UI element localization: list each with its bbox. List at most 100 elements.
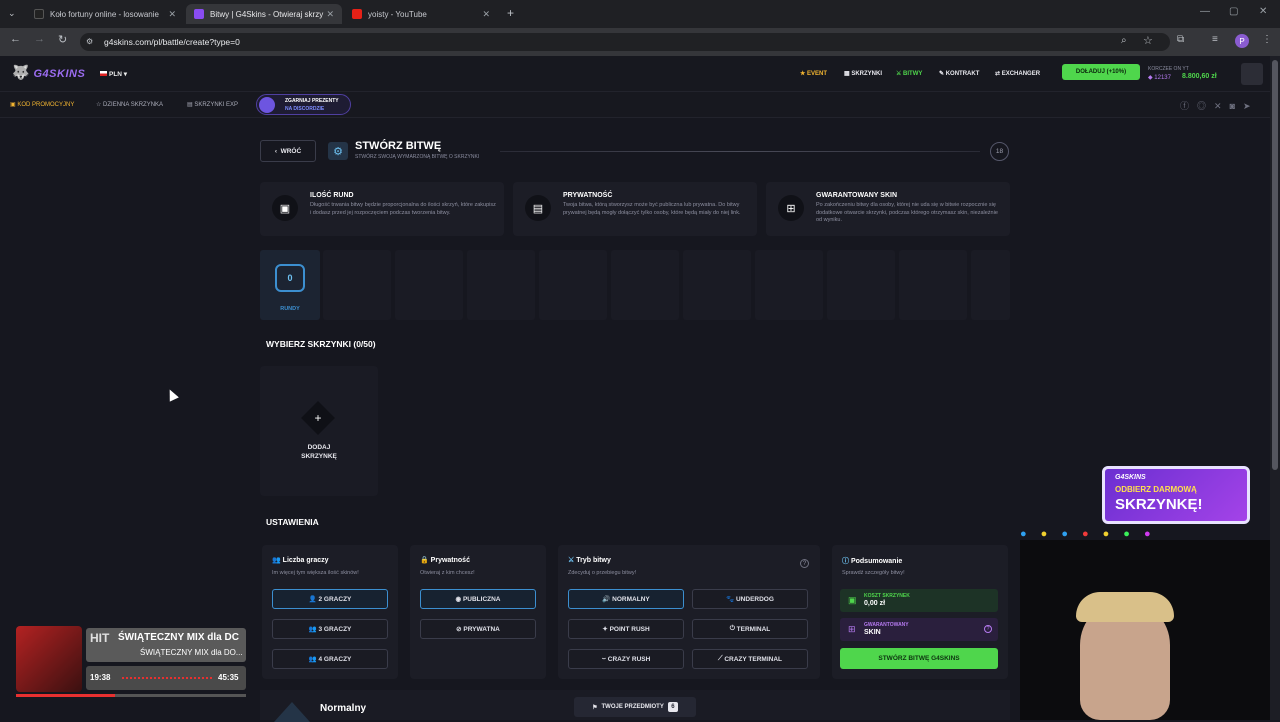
mode-terminal-button[interactable]: ⏻ TERMINAL [692, 619, 808, 639]
extensions-icon[interactable]: ⧉ [1177, 34, 1184, 45]
points-display: ◆ 12137 [1148, 75, 1171, 81]
player-bar: 19:38 45:35 [86, 666, 246, 690]
mode-crazyrush-button[interactable]: ⌣ CRAZY RUSH [568, 649, 684, 669]
players-2-button[interactable]: 👤 2 GRACZY [272, 589, 388, 609]
address-input[interactable]: g4skins.com/pl/battle/create?type=0 [80, 33, 1170, 51]
mode-title: ⚔ Tryb bitwy [568, 557, 611, 564]
round-slot [827, 250, 895, 320]
browser-tab-3[interactable]: yoisty - YouTube ✕ [344, 4, 498, 24]
scrollbar-thumb[interactable] [1272, 60, 1278, 470]
tab-search-icon[interactable]: ⌄ [8, 8, 16, 19]
currency-selector[interactable]: PLN ▾ [100, 70, 127, 78]
media-icon[interactable]: ≡ [1212, 34, 1218, 45]
track-title-box: HIT ŚWIĄTECZNY MIX dla DC ŚWIĄTECZNY MIX… [86, 628, 246, 662]
address-bar-row: ← → ↻ g4skins.com/pl/battle/create?type=… [0, 28, 1280, 56]
instagram-icon[interactable]: ◎ [1197, 101, 1214, 111]
add-case-card[interactable]: + DODAJ SKRZYNKĘ [260, 366, 378, 496]
minimize-icon[interactable]: — [1200, 6, 1210, 17]
browser-menu-icon[interactable]: ⋮ [1262, 34, 1272, 45]
close-tab-icon[interactable]: ✕ [482, 9, 490, 20]
social-icons: ⓕ◎✕◙➤ [1180, 99, 1259, 112]
close-window-icon[interactable]: ✕ [1259, 6, 1267, 17]
progress-fill [16, 694, 115, 697]
facebook-icon[interactable]: ⓕ [1180, 101, 1197, 111]
telegram-icon[interactable]: ➤ [1243, 101, 1259, 111]
mode-pointrush-button[interactable]: ✦ POINT RUSH [568, 619, 684, 639]
private-button[interactable]: ⊘ PRYWATNA [420, 619, 536, 639]
players-3-button[interactable]: 👥 3 GRACZY [272, 619, 388, 639]
reload-icon[interactable]: ↻ [58, 33, 67, 46]
page-title: STWÓRZ BITWĘ [355, 140, 442, 152]
gift-box-icon: ⊞ [778, 195, 804, 221]
free-case-banner[interactable]: G4SKINS ODBIERZ DARMOWĄ SKRZYNKĘ! [1102, 466, 1250, 524]
discord-promo[interactable]: ZGARNIAJ PREZENTY NA DISCORDZIE [256, 94, 351, 115]
rounds-counter: 0 RUNDY [260, 250, 320, 320]
browser-tab-2[interactable]: Bitwy | G4Skins - Otwieraj skrzy ✕ [186, 4, 342, 24]
christmas-lights: ●●●●●●● [1020, 528, 1165, 540]
topup-button[interactable]: DOŁADUJ (+10%) [1062, 64, 1140, 80]
site-subheader: ▣ KOD PROMOCYJNY ☆ DZIENNA SKRZYNKA ▤ SK… [0, 92, 1270, 118]
rounds-value: 0 [275, 264, 305, 292]
browser-tab-strip: ⌄ Koło fortuny online - losowanie ✕ Bitw… [0, 0, 1280, 28]
maximize-icon[interactable]: ▢ [1229, 6, 1238, 17]
info-card-guaranteed: ⊞ GWARANTOWANY SKIN Po zakończeniu bitwy… [766, 182, 1010, 236]
discord-icon[interactable]: ◙ [1230, 101, 1243, 111]
back-arrow-icon[interactable]: ← [10, 33, 21, 45]
site-info-icon[interactable]: ⚙ [86, 37, 93, 46]
round-slot [467, 250, 535, 320]
summary-title: ⓘ Podsumowanie [842, 558, 903, 565]
public-button[interactable]: ◉ PUBLICZNA [420, 589, 536, 609]
players-4-button[interactable]: 👥 4 GRACZY [272, 649, 388, 669]
profile-avatar[interactable]: P [1235, 34, 1249, 48]
users-icon: 👥 [272, 557, 281, 564]
nav-bitwy[interactable]: ⚔ BITWY [896, 70, 922, 77]
info-icon: ⓘ [842, 558, 849, 565]
guaranteed-box: ⊞ GWARANTOWANY SKIN ? [840, 618, 998, 641]
help-icon[interactable]: ? [800, 559, 809, 568]
forward-arrow-icon[interactable]: → [34, 33, 45, 45]
flag-icon: ⚑ [592, 704, 598, 711]
items-count-badge: 6 [667, 702, 678, 712]
yt-label: KORCZEE ON YT [1148, 66, 1189, 72]
zoom-icon[interactable]: ⌕ [1121, 35, 1127, 46]
close-tab-icon[interactable]: ✕ [168, 9, 176, 20]
title-divider [500, 151, 980, 152]
x-icon[interactable]: ✕ [1214, 101, 1230, 111]
nav-exchanger[interactable]: ⇄ EXCHANGER [995, 70, 1040, 77]
your-items-button[interactable]: ⚑ TWOJE PRZEDMIOTY 6 [574, 697, 696, 717]
round-slot [323, 250, 391, 320]
close-tab-icon[interactable]: ✕ [326, 9, 334, 20]
daily-case-link[interactable]: ☆ DZIENNA SKRZYNKA [96, 101, 163, 108]
age-badge: 18 [990, 142, 1009, 161]
page-subtitle: STWÓRZ SWOJĄ WYMARZONĄ BITWĘ O SKRZYNKI [355, 154, 480, 160]
poland-flag-icon [100, 71, 107, 76]
battle-icon: ⚙ [328, 142, 348, 160]
browser-tab-1[interactable]: Koło fortuny online - losowanie ✕ [26, 4, 184, 24]
nav-skrzynki[interactable]: ▦ SKRZYNKI [844, 70, 882, 77]
page-scrollbar[interactable] [1270, 56, 1280, 720]
bookmark-star-icon[interactable]: ☆ [1143, 34, 1153, 47]
mode-normal-button[interactable]: 🔊 NORMALNY [568, 589, 684, 609]
site-logo[interactable]: 🐺 G4SKINS [12, 64, 85, 81]
round-slot [899, 250, 967, 320]
nav-event[interactable]: ★ EVENT [800, 70, 827, 77]
user-avatar[interactable] [1241, 63, 1263, 85]
round-slot [395, 250, 463, 320]
info-card-privacy: ▤ PRYWATNOŚĆ Twoja bitwa, którą stworzys… [513, 182, 757, 236]
help-icon[interactable]: ? [984, 625, 992, 633]
chest-icon: ▣ [272, 195, 298, 221]
new-tab-icon[interactable]: + [507, 6, 514, 20]
mode-crazyterminal-button[interactable]: ⟋ CRAZY TERMINAL [692, 649, 808, 669]
tab-favicon-icon [34, 9, 44, 19]
mode-underdog-button[interactable]: 🐾 UNDERDOG [692, 589, 808, 609]
promo-code-link[interactable]: ▣ KOD PROMOCYJNY [10, 101, 74, 108]
nav-kontrakt[interactable]: ✎ KONTRAKT [939, 70, 979, 77]
tab-favicon-icon [194, 9, 204, 19]
site-header: 🐺 G4SKINS PLN ▾ ★ EVENT ▦ SKRZYNKI ⚔ BIT… [0, 56, 1270, 92]
round-slot [611, 250, 679, 320]
info-card-rounds: ▣ ILOŚĆ RUND Długość trwania bitwy będzi… [260, 182, 504, 236]
back-button[interactable]: ‹ WRÓĆ [260, 140, 316, 162]
waveform [122, 677, 212, 679]
exp-cases-link[interactable]: ▤ SKRZYNKI EXP [187, 101, 238, 108]
create-battle-button[interactable]: STWÓRZ BITWĘ G4SKINS [840, 648, 998, 669]
